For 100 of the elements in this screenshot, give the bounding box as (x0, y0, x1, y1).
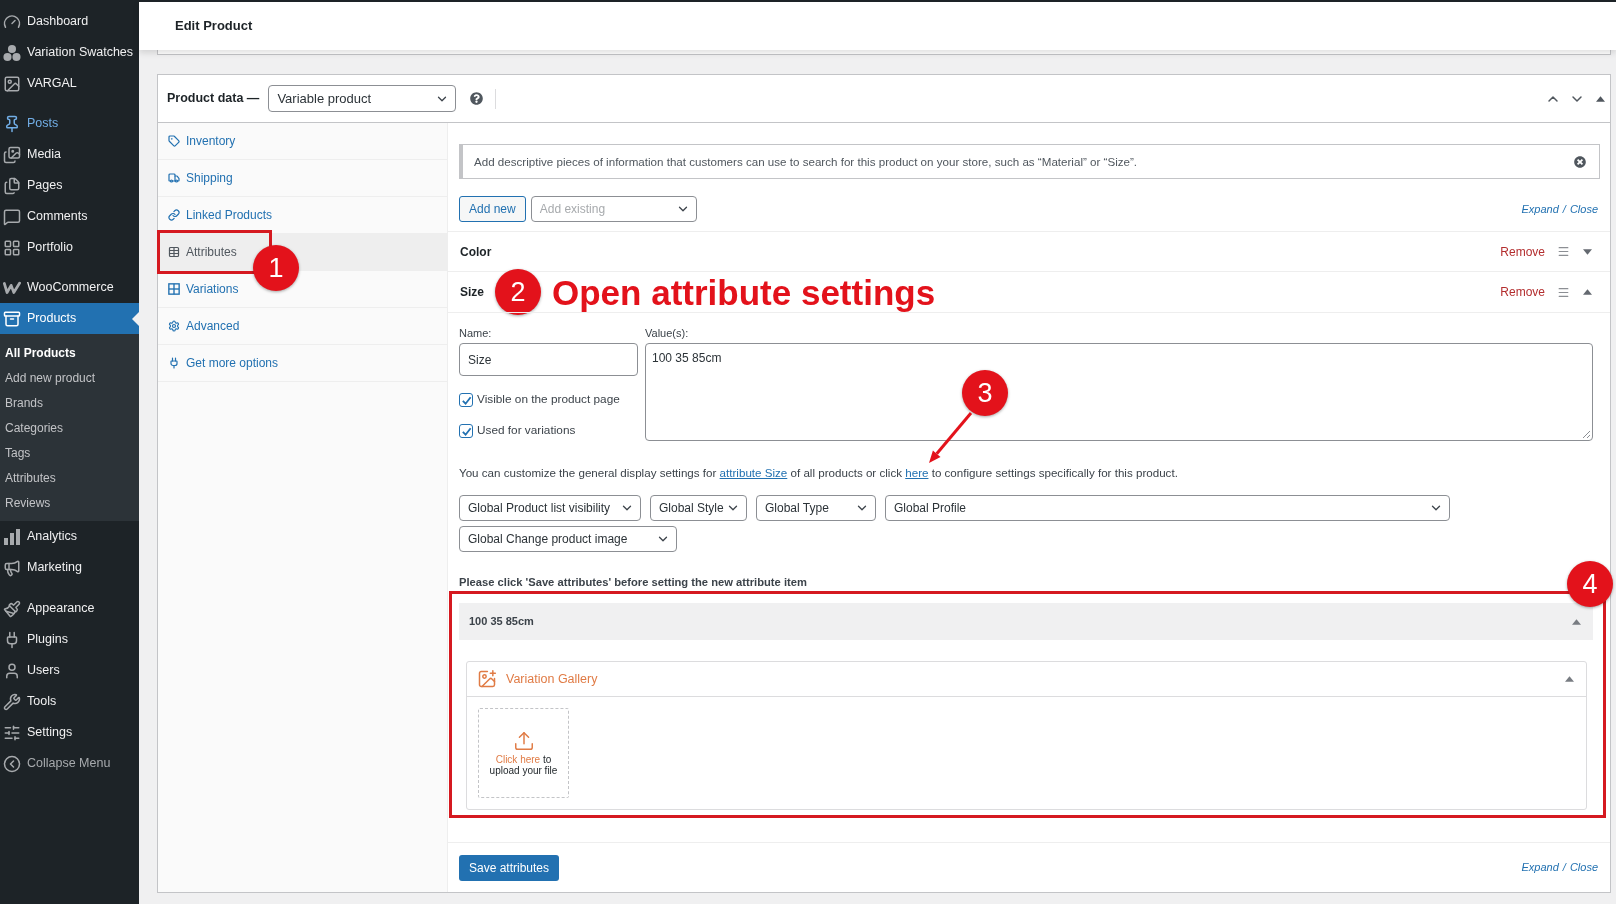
remove-link[interactable]: Remove (1500, 283, 1545, 301)
menu-item[interactable]: Variation Swatches (0, 37, 139, 68)
tab[interactable]: Linked Products (158, 198, 277, 232)
pages-icon (3, 176, 21, 195)
save-note: Please click 'Save attributes' before setting the new attribute item (459, 575, 807, 589)
dropdown[interactable]: Global Product list visibility (459, 495, 641, 521)
menu-item[interactable]: Appearance (0, 593, 139, 624)
paintbrush-icon (3, 599, 21, 618)
triangle-up-icon[interactable] (1583, 289, 1592, 295)
pointer-arrow-icon (929, 412, 973, 463)
remove-link[interactable]: Remove (1500, 242, 1545, 261)
field-label: Value(s): (645, 326, 690, 340)
checkbox-label: Visible on the product page (477, 391, 620, 409)
expand-link[interactable]: Expand (1521, 200, 1559, 218)
submenu-item[interactable]: Brands (0, 390, 139, 415)
grid-icon (168, 283, 180, 295)
menu-item[interactable]: Marketing (0, 552, 139, 583)
upload-instruction: Click here to upload your file (488, 754, 559, 776)
help-icon[interactable] (470, 92, 484, 105)
attribute-name: Color (460, 243, 492, 261)
menu-item[interactable]: Pages (0, 170, 139, 201)
close-link[interactable]: Close (1569, 859, 1598, 876)
picture-icon (3, 74, 21, 93)
step-number-badge: 2 (495, 269, 541, 315)
step-number-badge: 4 (1567, 561, 1613, 607)
expand-link[interactable]: Expand (1521, 859, 1559, 876)
name-input[interactable]: Size (459, 343, 638, 376)
tab[interactable]: Get more options (158, 346, 283, 380)
gallery-title: Variation Gallery (506, 670, 598, 688)
dropdown[interactable]: Variable product (268, 85, 457, 112)
tab[interactable]: Advanced (158, 309, 244, 343)
link-icon (168, 209, 180, 221)
menu-item[interactable]: Analytics (0, 521, 139, 552)
submenu-item[interactable]: All Products (0, 340, 139, 365)
truck-icon (168, 172, 180, 184)
tab[interactable]: Inventory (158, 124, 240, 158)
pointer-notch-icon (132, 312, 139, 326)
menu-item[interactable]: VARGAL (0, 68, 139, 99)
term-header-bar[interactable]: 100 35 85cm (459, 603, 1593, 640)
menu-item[interactable]: Dashboard (0, 6, 139, 37)
term-label: 100 35 85cm (469, 614, 534, 630)
tag-icon (168, 135, 180, 147)
attribute-name: Size (460, 284, 484, 301)
menu-item[interactable]: WooCommerce (0, 272, 139, 303)
circle-arrow-left-icon (3, 754, 21, 773)
table-icon (168, 246, 180, 258)
close-link[interactable]: Close (1569, 200, 1598, 218)
speech-bubble-icon (3, 207, 21, 226)
image-plus-icon (477, 669, 497, 689)
menu-item[interactable]: Settings (0, 717, 139, 748)
upload-dropzone[interactable]: Click here to upload your file (478, 708, 569, 798)
tab[interactable]: Shipping (158, 161, 237, 195)
separator-text: / (1562, 860, 1566, 876)
menu-item[interactable]: Media (0, 139, 139, 170)
triangle-up-icon[interactable] (1565, 676, 1574, 682)
triangle-up-icon[interactable] (1572, 618, 1581, 625)
checkbox[interactable] (459, 424, 473, 438)
menu-item[interactable]: Comments (0, 201, 139, 232)
dropdown[interactable]: Global Type (756, 495, 876, 521)
close-icon[interactable] (1574, 155, 1586, 168)
add-new-button[interactable]: Add new (459, 196, 526, 222)
settings-icon (168, 320, 180, 332)
dropdown[interactable]: Global Profile (885, 495, 1450, 521)
menu-item[interactable]: Products (0, 303, 139, 334)
archive-box-icon (3, 309, 21, 328)
help-text: You can customize the general display settings for attribute Size of all products or click here to configure settings specifically for this product. (459, 466, 1178, 479)
collapse-menu-button[interactable]: Collapse Menu (0, 748, 139, 779)
menu-item[interactable]: Posts (0, 108, 139, 139)
gauge-icon (3, 12, 21, 31)
submenu-item[interactable]: Reviews (0, 490, 139, 515)
bar-chart-icon (3, 527, 21, 546)
triangle-up-icon[interactable] (1596, 95, 1605, 102)
help-link[interactable]: attribute Size (719, 466, 788, 479)
menu-item[interactable]: Plugins (0, 624, 139, 655)
hamburger-icon[interactable] (1557, 245, 1570, 258)
panel-label: Product data — (167, 90, 260, 108)
hamburger-icon[interactable] (1557, 285, 1570, 299)
tab[interactable]: Attributes (158, 235, 241, 269)
menu-item[interactable]: Tools (0, 686, 139, 717)
dropdown[interactable]: Global Change product image (459, 526, 677, 552)
circles-icon (3, 43, 21, 62)
user-icon (3, 661, 21, 680)
menu-item[interactable]: Portfolio (0, 232, 139, 263)
wrench-icon (3, 692, 21, 711)
checkbox-label: Used for variations (477, 422, 576, 440)
annotation-caption: Open attribute settings (552, 274, 936, 310)
upload-icon (512, 730, 535, 752)
menu-item[interactable]: Users (0, 655, 139, 686)
field-label: Name: (459, 326, 493, 340)
dropdown[interactable]: Global Style (650, 495, 747, 521)
tab[interactable]: Variations (158, 272, 243, 306)
triangle-down-icon[interactable] (1583, 248, 1592, 255)
save-attributes-button[interactable]: Save attributes (459, 854, 560, 881)
checkbox[interactable] (459, 393, 473, 407)
help-link[interactable]: here (905, 466, 929, 479)
submenu-item[interactable]: Add new product (0, 365, 139, 390)
submenu-item[interactable]: Attributes (0, 465, 139, 490)
submenu-item[interactable]: Categories (0, 415, 139, 440)
submenu-item[interactable]: Tags (0, 440, 139, 465)
sliders-icon (3, 723, 21, 742)
